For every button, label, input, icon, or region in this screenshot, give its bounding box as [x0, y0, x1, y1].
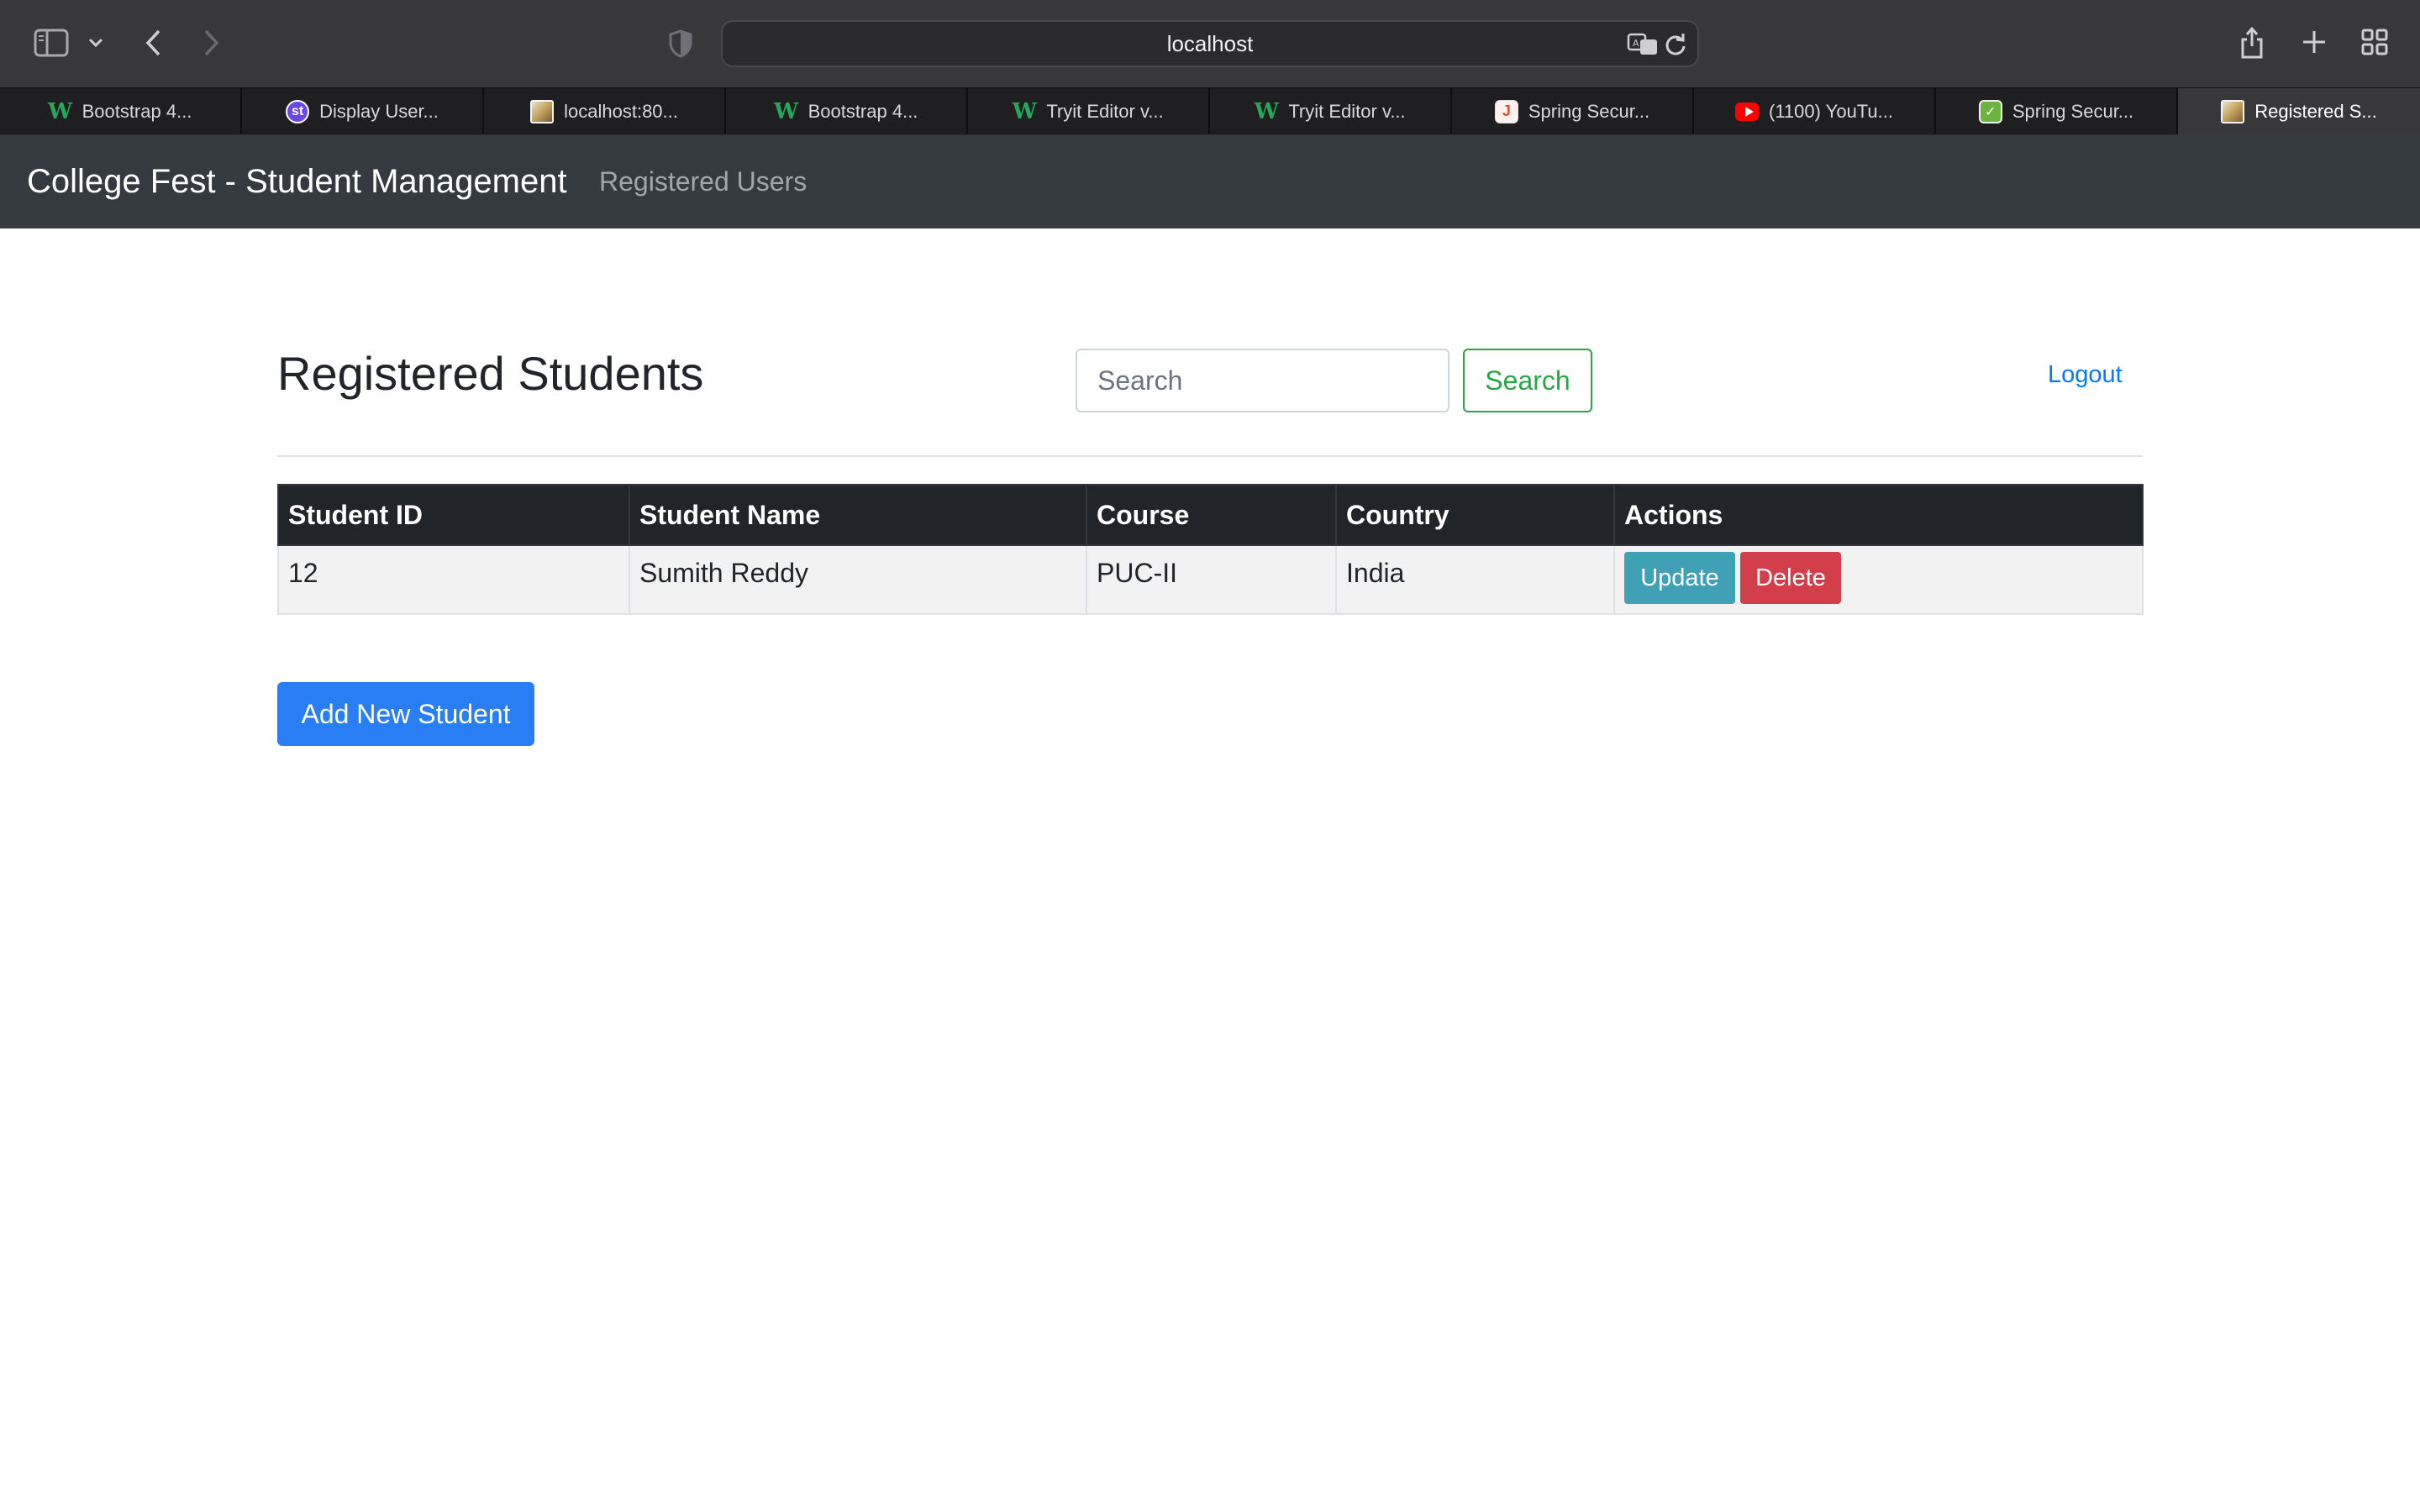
- logout-link[interactable]: Logout: [2048, 361, 2123, 389]
- browser-tab[interactable]: W Tryit Editor v...: [1210, 88, 1452, 134]
- w3schools-icon: W: [1012, 98, 1037, 124]
- browser-tab-active[interactable]: Registered S...: [2178, 88, 2420, 134]
- w3schools-icon: W: [773, 98, 799, 124]
- sidebar-toggle-icon[interactable]: [32, 25, 71, 60]
- tab-overview-icon[interactable]: [2358, 25, 2391, 59]
- w3schools-icon: W: [1254, 98, 1279, 124]
- browser-tab[interactable]: W Bootstrap 4...: [0, 88, 242, 134]
- url-text: localhost: [1166, 31, 1254, 56]
- share-icon[interactable]: [2235, 24, 2269, 62]
- browser-tab[interactable]: st Display User...: [242, 88, 484, 134]
- students-table: Student ID Student Name Course Country A…: [277, 484, 2144, 615]
- privacy-shield-icon[interactable]: [664, 27, 697, 60]
- cell-actions: Update Delete: [1613, 544, 2144, 615]
- navbar-brand[interactable]: College Fest - Student Management: [27, 134, 567, 228]
- chevron-down-icon[interactable]: [84, 30, 108, 55]
- browser-tab[interactable]: localhost:80...: [484, 88, 726, 134]
- divider: [277, 455, 2143, 457]
- address-bar[interactable]: localhost A: [721, 20, 1699, 67]
- update-button[interactable]: Update: [1624, 552, 1735, 604]
- column-header-actions: Actions: [1613, 484, 2144, 546]
- image-favicon-icon: [2221, 99, 2245, 123]
- tab-title: Registered S...: [2254, 100, 2377, 122]
- cell-course: PUC-II: [1086, 544, 1337, 615]
- tab-title: Display User...: [319, 100, 439, 122]
- st-icon: st: [286, 99, 310, 123]
- forward-icon[interactable]: [197, 25, 227, 60]
- table-row: 12 Sumith Reddy PUC-II India Update Delet…: [277, 544, 2144, 615]
- tab-title: Bootstrap 4...: [808, 100, 918, 122]
- search-input[interactable]: [1076, 349, 1449, 412]
- tab-title: Spring Secur...: [1528, 100, 1650, 122]
- browser-tab[interactable]: (1100) YouTu...: [1694, 88, 1936, 134]
- browser-tab[interactable]: ✓ Spring Secur...: [1936, 88, 2178, 134]
- reload-icon[interactable]: [1664, 32, 1687, 61]
- browser-tab[interactable]: J Spring Secur...: [1452, 88, 1694, 134]
- tab-title: Tryit Editor v...: [1288, 100, 1406, 122]
- j-icon: J: [1494, 99, 1518, 123]
- browser-toolbar: localhost A: [0, 0, 2420, 87]
- table-header-row: Student ID Student Name Course Country A…: [277, 484, 2144, 546]
- tab-title: Spring Secur...: [2012, 100, 2134, 122]
- tab-title: localhost:80...: [564, 100, 678, 122]
- image-favicon-icon: [530, 99, 555, 123]
- app-navbar: College Fest - Student Management Regist…: [0, 134, 2420, 228]
- cell-student-name: Sumith Reddy: [629, 544, 1087, 615]
- delete-button[interactable]: Delete: [1740, 552, 1841, 604]
- tab-title: Tryit Editor v...: [1046, 100, 1164, 122]
- column-header-course: Course: [1086, 484, 1337, 546]
- browser-tab[interactable]: W Tryit Editor v...: [968, 88, 1210, 134]
- tab-title: Bootstrap 4...: [82, 100, 192, 122]
- cell-student-id: 12: [277, 544, 630, 615]
- search-button[interactable]: Search: [1463, 349, 1592, 412]
- tab-title: (1100) YouTu...: [1769, 100, 1893, 122]
- w3schools-icon: W: [47, 98, 73, 124]
- cell-country: India: [1335, 544, 1615, 615]
- browser-tab[interactable]: W Bootstrap 4...: [726, 88, 968, 134]
- translate-icon[interactable]: A: [1627, 32, 1659, 61]
- column-header-student-name: Student Name: [629, 484, 1087, 546]
- column-header-student-id: Student ID: [277, 484, 630, 546]
- page-title: Registered Students: [277, 347, 704, 400]
- column-header-country: Country: [1335, 484, 1615, 546]
- nav-link-registered-users[interactable]: Registered Users: [599, 134, 807, 228]
- spring-icon: ✓: [1978, 99, 2002, 123]
- youtube-icon: [1735, 102, 1759, 121]
- back-icon[interactable]: [138, 25, 168, 60]
- tab-strip: W Bootstrap 4... st Display User... loca…: [0, 87, 2420, 134]
- new-tab-icon[interactable]: [2297, 25, 2331, 59]
- add-new-student-button[interactable]: Add New Student: [277, 682, 534, 746]
- svg-text:A: A: [1633, 38, 1639, 49]
